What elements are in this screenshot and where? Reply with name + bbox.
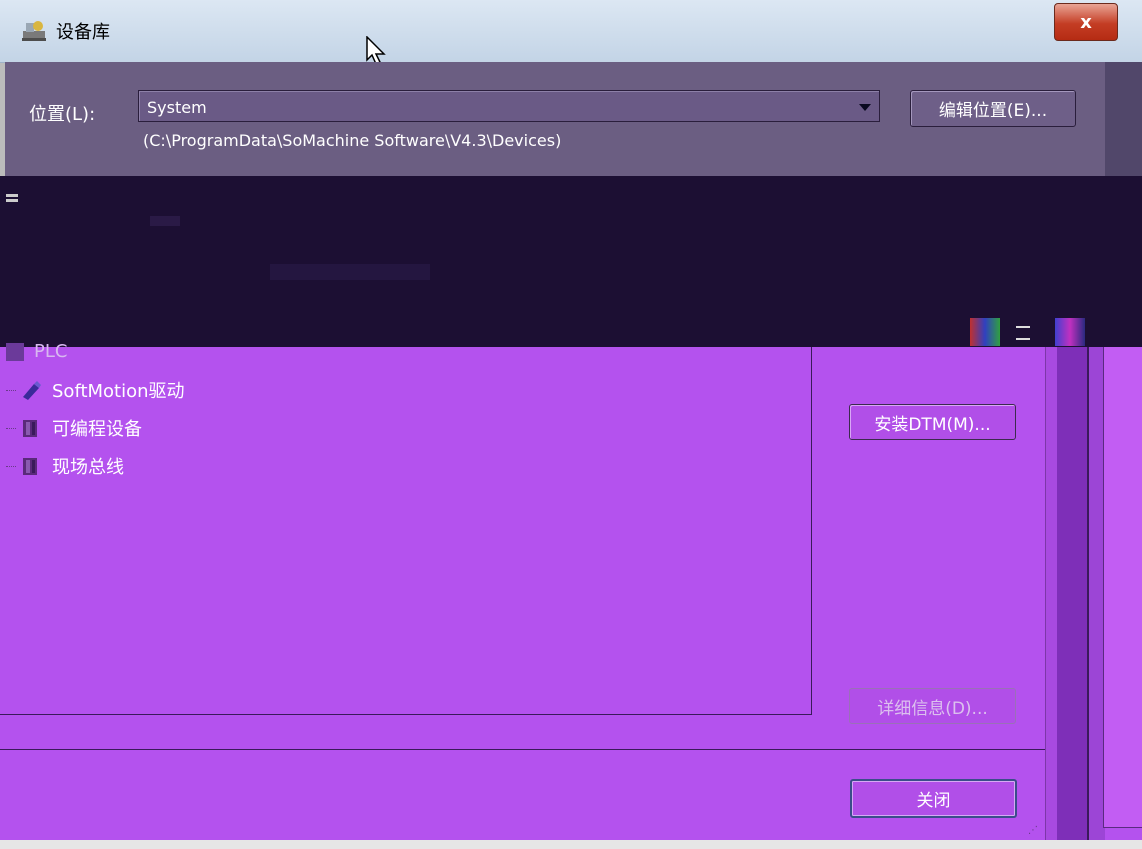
background-window-strip — [1105, 62, 1142, 176]
tree-branch-line — [6, 427, 16, 429]
tree-item-label: 现场总线 — [52, 457, 124, 478]
tree-item-label: 可编程设备 — [52, 419, 142, 440]
artifact — [270, 264, 430, 280]
artifact — [6, 194, 18, 197]
tree-item-fieldbus[interactable]: 现场总线 — [6, 453, 124, 479]
location-dropdown[interactable]: System — [138, 90, 880, 122]
artifact — [1016, 326, 1030, 340]
details-button[interactable]: 详细信息(D)... — [849, 688, 1016, 724]
artifact — [1055, 318, 1085, 346]
location-path: (C:\ProgramData\SoMachine Software\V4.3\… — [143, 131, 562, 150]
artifact — [6, 199, 18, 202]
footer-divider — [0, 749, 1045, 750]
resize-grip-icon[interactable]: ⋰ — [1028, 825, 1038, 836]
window-title: 设备库 — [56, 22, 110, 43]
install-dtm-button[interactable]: 安装DTM(M)... — [849, 404, 1016, 440]
background-window-panel — [1103, 347, 1142, 828]
dropdown-arrow-icon[interactable] — [859, 104, 871, 111]
location-label: 位置(L): — [29, 104, 96, 125]
artifact — [970, 318, 1000, 346]
artifact — [150, 216, 180, 226]
programmable-device-icon — [23, 420, 37, 437]
edit-location-button[interactable]: 编辑位置(E)... — [910, 90, 1076, 127]
tree-item-softmotion[interactable]: SoftMotion驱动 — [6, 377, 185, 403]
tree-item-plc[interactable]: PLC — [6, 341, 67, 362]
tree-item-label: PLC — [34, 341, 68, 362]
rendering-artifact-band — [0, 176, 1142, 347]
device-library-icon — [22, 21, 46, 41]
tree-branch-line — [6, 389, 16, 391]
close-button[interactable]: 关闭 — [850, 779, 1017, 818]
location-selected-value: System — [147, 98, 207, 117]
close-icon: x — [1080, 11, 1092, 33]
device-tree[interactable]: PLC SoftMotion驱动 可编程设备 现场总线 — [0, 341, 812, 715]
close-window-button[interactable]: x — [1054, 3, 1118, 41]
location-panel: 位置(L): System (C:\ProgramData\SoMachine … — [5, 62, 1105, 176]
bottom-edge — [0, 840, 1142, 849]
title-bar: 设备库 x — [0, 0, 1142, 63]
softmotion-drive-icon — [23, 381, 41, 400]
tree-branch-line — [6, 465, 16, 467]
device-tree-area: PLC SoftMotion驱动 可编程设备 现场总线 安装DTM(M)... … — [0, 341, 1142, 849]
fieldbus-icon — [23, 458, 37, 475]
tree-item-programmable-devices[interactable]: 可编程设备 — [6, 415, 142, 441]
window-edge — [1057, 347, 1087, 849]
tree-item-label: SoftMotion驱动 — [52, 381, 185, 402]
plc-icon — [6, 342, 24, 361]
